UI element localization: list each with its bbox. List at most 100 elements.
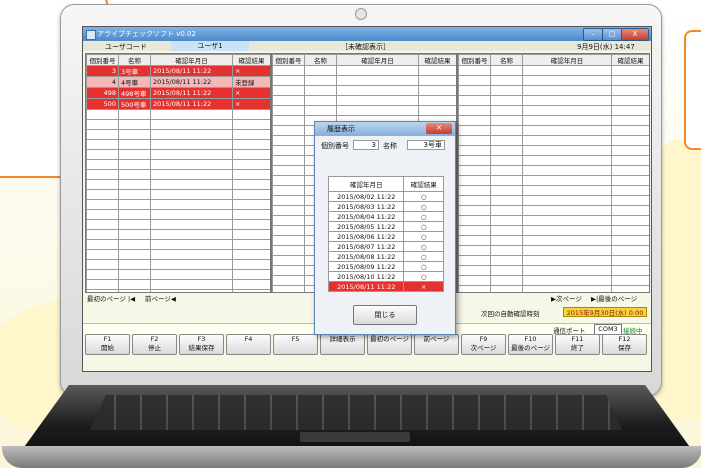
function-key-button[interactable]: F1 開始: [85, 334, 130, 355]
function-key-button[interactable]: F4: [226, 334, 271, 355]
laptop-front-edge: [2, 446, 701, 468]
table-row[interactable]: 500 500号車 2015/08/11 11:22 ×: [86, 98, 270, 110]
table-row[interactable]: [86, 239, 270, 250]
table-cell: [490, 185, 523, 196]
dialog-close-icon[interactable]: ✕: [426, 123, 452, 134]
history-row[interactable]: 2015/08/10 11:22 ○: [327, 271, 444, 282]
table-row[interactable]: [86, 279, 270, 290]
function-key-button[interactable]: F12 保存: [602, 334, 647, 355]
minimize-button[interactable]: –: [583, 28, 603, 41]
table-row[interactable]: [458, 85, 649, 96]
function-key-button[interactable]: F10 最後のページ: [508, 334, 553, 355]
table-row[interactable]: 498 498号車 2015/08/11 11:22 ×: [86, 87, 270, 99]
function-key-button[interactable]: F2 停止: [132, 334, 177, 355]
table-row[interactable]: [458, 225, 649, 236]
table-row[interactable]: [458, 185, 649, 196]
result-panel-3[interactable]: 個別番号 名称 確認年月日 確認結果: [457, 53, 650, 293]
history-row[interactable]: 2015/08/05 11:22 ○: [327, 221, 444, 232]
table-row[interactable]: [458, 285, 649, 292]
function-key-button[interactable]: F3 結果保存: [179, 334, 224, 355]
history-table[interactable]: 確認年月日 確認結果 2015/08/02 11:22 ○ 2015/08/03 1…: [327, 176, 444, 292]
table-row[interactable]: [86, 129, 270, 140]
table-cell: [336, 105, 419, 116]
function-key-button[interactable]: F9 次ページ: [461, 334, 506, 355]
table-row[interactable]: [272, 105, 456, 116]
last-page-link[interactable]: ▶|最後のページ: [591, 293, 637, 303]
table-row[interactable]: [458, 125, 649, 136]
table-row[interactable]: [458, 215, 649, 226]
table-row[interactable]: [86, 269, 270, 280]
table-row[interactable]: [458, 65, 649, 76]
table-cell: [232, 289, 270, 292]
table-row[interactable]: 4 4号車 2015/08/11 11:22 未登録: [86, 76, 270, 88]
table-row[interactable]: [86, 189, 270, 200]
table-row[interactable]: [458, 195, 649, 206]
table-row[interactable]: [458, 155, 649, 166]
table-cell: [232, 199, 270, 210]
function-key-label: 保存: [618, 344, 631, 352]
table-cell: [150, 269, 233, 280]
function-key-button[interactable]: F11 終了: [555, 334, 600, 355]
table-row[interactable]: [458, 165, 649, 176]
table-row[interactable]: [272, 95, 456, 106]
first-page-label: 最初のページ: [87, 295, 126, 303]
table-cell: [150, 249, 233, 260]
table-row[interactable]: [458, 265, 649, 276]
table-row[interactable]: [458, 135, 649, 146]
table-row[interactable]: [86, 209, 270, 220]
table-row[interactable]: [458, 205, 649, 216]
table-row[interactable]: [86, 159, 270, 170]
table-row[interactable]: [86, 249, 270, 260]
table-row[interactable]: [458, 115, 649, 126]
table-row[interactable]: [458, 105, 649, 116]
function-key-button[interactable]: F5: [273, 334, 318, 355]
function-key-button[interactable]: 前ページ: [414, 334, 459, 355]
table-row[interactable]: [86, 229, 270, 240]
maximize-button[interactable]: □: [602, 28, 622, 41]
table-row[interactable]: [86, 109, 270, 120]
table-row[interactable]: [458, 245, 649, 256]
close-button[interactable]: X: [621, 28, 649, 41]
table-row[interactable]: [458, 175, 649, 186]
table-row[interactable]: [272, 65, 456, 76]
history-row[interactable]: 2015/08/08 11:22 ○: [327, 251, 444, 262]
history-row[interactable]: 2015/08/09 11:22 ○: [327, 261, 444, 272]
table-row[interactable]: [86, 219, 270, 230]
table-row[interactable]: [272, 85, 456, 96]
result-panel-1[interactable]: 個別番号 名称 確認年月日 確認結果 3 3号車 2015/08/11 11:22 ×…: [85, 53, 271, 293]
table-cell: [490, 155, 523, 166]
table-row[interactable]: [86, 179, 270, 190]
close-dialog-button[interactable]: 閉じる: [353, 305, 417, 325]
table-row[interactable]: [458, 75, 649, 86]
table-cell: [150, 199, 233, 210]
user-code-field[interactable]: ユーザ1: [171, 41, 249, 51]
table-row[interactable]: [86, 149, 270, 160]
history-row[interactable]: 2015/08/07 11:22 ○: [327, 241, 444, 252]
table-cell: [490, 165, 523, 176]
prev-page-link[interactable]: 前ページ◀: [145, 293, 176, 303]
table-cell: [150, 209, 233, 220]
table-row[interactable]: [86, 169, 270, 180]
table-row[interactable]: [86, 259, 270, 270]
table-row[interactable]: [458, 145, 649, 156]
table-row[interactable]: [458, 255, 649, 266]
history-row[interactable]: 2015/08/11 11:22 ×: [327, 281, 444, 292]
next-page-link[interactable]: ▶次ページ: [551, 293, 582, 303]
history-row[interactable]: 2015/08/04 11:22 ○: [327, 211, 444, 222]
function-key-code: F11: [571, 335, 584, 343]
table-row[interactable]: [272, 75, 456, 86]
first-page-link[interactable]: 最初のページ |◀: [87, 293, 135, 303]
table-row[interactable]: [86, 139, 270, 150]
table-cell: [118, 249, 151, 260]
table-row[interactable]: [86, 199, 270, 210]
table-row[interactable]: 3 3号車 2015/08/11 11:22 ×: [86, 65, 270, 77]
history-row[interactable]: 2015/08/03 11:22 ○: [327, 201, 444, 212]
table-row[interactable]: [458, 235, 649, 246]
history-row[interactable]: 2015/08/06 11:22 ○: [327, 231, 444, 242]
history-row[interactable]: 2015/08/02 11:22 ○: [327, 191, 444, 202]
function-key-button[interactable]: 最初のページ: [367, 334, 412, 355]
table-row[interactable]: [458, 95, 649, 106]
table-row[interactable]: [458, 275, 649, 286]
function-key-button[interactable]: 詳細表示: [320, 334, 365, 355]
table-row[interactable]: [86, 119, 270, 130]
